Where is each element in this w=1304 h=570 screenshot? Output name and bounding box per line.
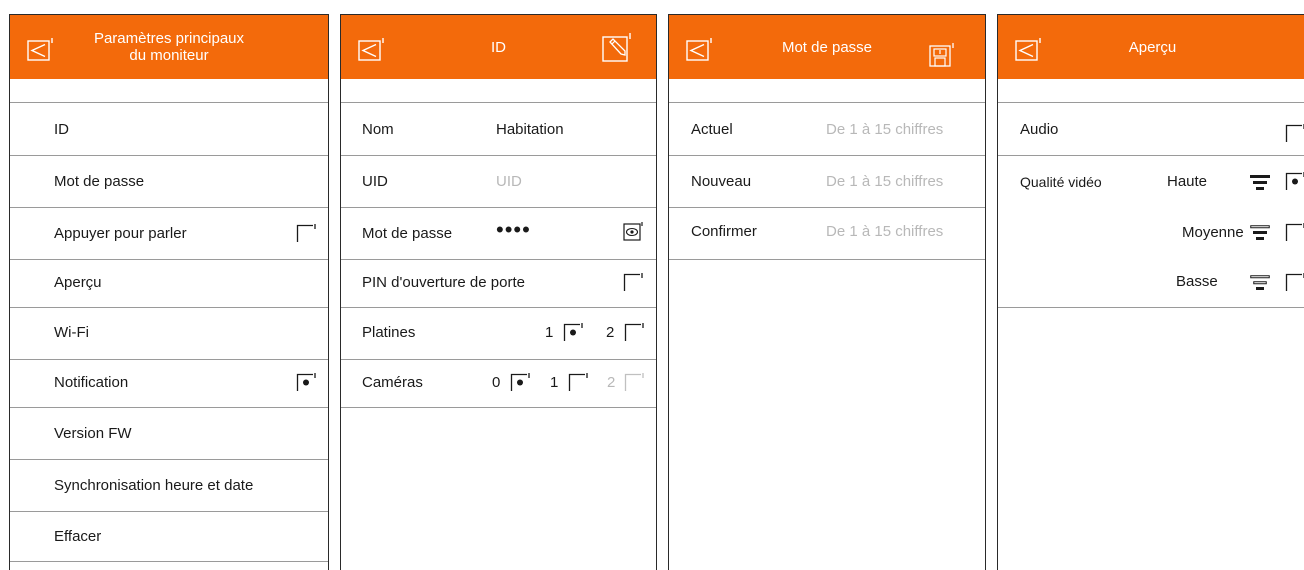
divider (341, 359, 656, 360)
password-label: Mot de passe (362, 225, 453, 242)
divider (10, 102, 328, 103)
divider (10, 561, 328, 562)
quality-medium-label: Moyenne (1182, 224, 1244, 241)
divider (669, 207, 985, 208)
uid-field[interactable]: UID (496, 173, 522, 191)
divider (10, 359, 328, 360)
divider (10, 407, 328, 408)
uid-label: UID (362, 173, 388, 190)
push-to-talk-checkbox[interactable] (296, 222, 316, 242)
header-title: ID (491, 38, 506, 56)
camera-2-label: 2 (607, 374, 616, 391)
divider (998, 102, 1304, 103)
preview-screen: Aperçu Audio Qualité vidéo Haute Moyenne… (997, 14, 1304, 570)
divider (10, 207, 328, 208)
audio-checkbox[interactable] (1285, 122, 1304, 142)
divider (10, 459, 328, 460)
title-line-1: Paramètres principaux (93, 30, 245, 47)
platine-2-radio[interactable] (624, 321, 644, 341)
menu-item-push-to-talk[interactable]: Appuyer pour parler (54, 225, 187, 243)
screen-header: Aperçu (998, 15, 1304, 79)
divider (10, 511, 328, 512)
name-label: Nom (362, 121, 394, 138)
menu-item-preview[interactable]: Aperçu (54, 274, 102, 292)
cameras-label: Caméras (362, 374, 423, 391)
current-password-input[interactable]: De 1 à 15 chiffres (826, 121, 943, 139)
quality-medium-radio[interactable] (1285, 221, 1304, 241)
pin-label: PIN d'ouverture de porte (362, 274, 525, 291)
confirm-password-input[interactable]: De 1 à 15 chiffres (826, 223, 943, 241)
current-password-label: Actuel (691, 121, 733, 138)
quality-medium-icon (1250, 225, 1270, 240)
divider (341, 407, 656, 408)
title-line-2: du moniteur (129, 47, 209, 64)
platine-2-label: 2 (606, 324, 615, 341)
name-field[interactable]: Habitation (496, 121, 564, 139)
notification-checkbox[interactable] (296, 371, 316, 391)
save-icon[interactable] (929, 42, 955, 68)
divider (669, 155, 985, 156)
confirm-password-label: Confirmer (691, 223, 757, 240)
menu-item-password[interactable]: Mot de passe (54, 173, 144, 191)
screen-header: ID (341, 15, 656, 79)
header-title: Mot de passe (781, 38, 873, 56)
menu-item-fw-version[interactable]: Version FW (54, 425, 132, 443)
divider (341, 307, 656, 308)
divider (10, 155, 328, 156)
platine-1-radio[interactable] (563, 321, 583, 341)
video-quality-label: Qualité vidéo (1020, 174, 1102, 190)
divider (10, 259, 328, 260)
monitor-settings-screen: Paramètres principaux du moniteur ID Mot … (9, 14, 329, 570)
eye-icon[interactable] (623, 221, 643, 241)
divider (10, 307, 328, 308)
screen-header: Paramètres principaux du moniteur (10, 15, 328, 79)
new-password-label: Nouveau (691, 173, 752, 190)
back-icon[interactable] (358, 38, 384, 62)
menu-item-time-sync[interactable]: Synchronisation heure et date (54, 477, 253, 495)
menu-item-notification[interactable]: Notification (54, 374, 128, 392)
divider (669, 259, 985, 260)
new-password-input[interactable]: De 1 à 15 chiffres (826, 173, 943, 191)
camera-0-label: 0 (492, 374, 501, 391)
quality-high-label: Haute (1167, 173, 1208, 190)
quality-low-label: Basse (1176, 273, 1218, 290)
menu-item-wifi[interactable]: Wi-Fi (54, 324, 89, 342)
back-icon[interactable] (27, 38, 53, 62)
quality-high-icon (1250, 175, 1270, 190)
quality-low-radio[interactable] (1285, 271, 1304, 291)
menu-item-id[interactable]: ID (54, 121, 69, 139)
password-field[interactable]: •••• (496, 219, 531, 241)
back-icon[interactable] (1015, 38, 1041, 62)
password-screen: Mot de passe Actuel De 1 à 15 chiffres N… (668, 14, 986, 570)
camera-1-label: 1 (550, 374, 559, 391)
platines-label: Platines (362, 324, 416, 341)
divider (341, 207, 656, 208)
divider (341, 102, 656, 103)
divider (998, 307, 1304, 308)
edit-icon[interactable] (602, 32, 632, 62)
camera-1-radio[interactable] (568, 371, 588, 391)
camera-0-radio[interactable] (510, 371, 530, 391)
platine-1-label: 1 (545, 324, 554, 341)
divider (341, 259, 656, 260)
id-screen: ID Nom Habitation UID UID Mot de passe •… (340, 14, 657, 570)
header-title: Paramètres principaux du moniteur (60, 15, 278, 79)
quality-high-radio[interactable] (1285, 170, 1304, 190)
pin-checkbox[interactable] (623, 271, 643, 291)
divider (998, 155, 1304, 156)
divider (341, 155, 656, 156)
header-title: Aperçu (1128, 38, 1177, 56)
menu-item-erase[interactable]: Effacer (54, 528, 101, 546)
back-icon[interactable] (686, 38, 712, 62)
screen-header: Mot de passe (669, 15, 985, 79)
camera-2-radio-disabled (624, 373, 644, 391)
quality-low-icon (1250, 275, 1270, 290)
divider (669, 102, 985, 103)
audio-label: Audio (1020, 121, 1059, 138)
